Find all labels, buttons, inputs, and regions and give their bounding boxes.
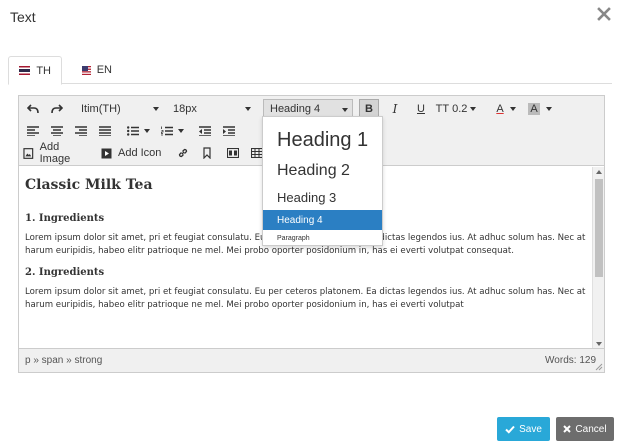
line-height-select[interactable]: TT 0.2 [435,99,477,119]
format-option-paragraph[interactable]: Paragraph [263,232,382,244]
underline-button[interactable]: U [411,99,431,119]
text-color-icon: A [496,103,504,115]
save-label: Save [519,423,542,435]
redo-icon [51,104,63,114]
format-option-heading-3[interactable]: Heading 3 [263,185,382,209]
tab-th[interactable]: TH [8,56,62,85]
font-family-value: Itim(TH) [81,103,121,115]
dialog-title: Text [10,9,36,25]
cancel-label: Cancel [575,423,607,435]
resize-handle-icon[interactable] [595,363,603,371]
align-justify-icon [99,126,111,136]
bullet-list-icon [126,126,139,136]
element-path[interactable]: p » span » strong [25,355,102,366]
scroll-down-arrow-icon[interactable] [596,342,602,346]
chevron-down-icon [143,129,150,133]
us-flag-icon [82,65,91,75]
align-center-icon [51,126,63,136]
save-button[interactable]: Save [497,417,550,441]
outdent-button[interactable] [195,121,215,141]
word-count: Words: 129 [545,355,596,366]
background-color-icon: A [528,103,540,115]
font-family-select[interactable]: Itim(TH) [75,99,163,119]
add-image-button[interactable]: Add Image [23,141,91,165]
add-icon-label: Add Icon [118,147,162,159]
line-height-value: 0.2 [452,103,468,115]
link-icon [178,148,188,158]
add-image-label: Add Image [39,141,71,165]
cancel-button[interactable]: Cancel [556,417,614,441]
format-value: Heading 4 [270,103,321,115]
editor-statusbar: p » span » strong Words: 129 [19,348,604,372]
link-button[interactable] [173,143,193,163]
tab-en-label: EN [96,64,112,76]
align-right-button[interactable] [71,121,91,141]
scroll-up-arrow-icon[interactable] [596,170,602,174]
section-paragraph: Lorem ipsum dolor sit amet, pri et feugi… [25,287,586,310]
bookmark-button[interactable] [197,143,217,163]
close-icon[interactable] [596,6,612,22]
font-size-select[interactable]: 18px [167,99,255,119]
chevron-down-icon [342,108,348,112]
chevron-down-icon [177,129,184,133]
chevron-down-icon [245,107,251,111]
align-left-icon [27,126,39,136]
background-color-button[interactable]: A [525,99,555,119]
redo-button[interactable] [47,99,67,119]
chevron-down-icon [470,107,477,111]
close-icon [563,425,572,433]
bullet-list-button[interactable] [123,121,153,141]
font-size-value: 18px [173,103,197,115]
add-icon-button[interactable]: Add Icon [101,143,163,163]
chevron-down-icon [509,107,516,111]
video-icon [227,148,239,158]
align-left-button[interactable] [23,121,43,141]
align-right-icon [75,126,87,136]
checkmark-icon [505,425,515,434]
align-justify-button[interactable] [95,121,115,141]
thai-flag-icon [19,66,31,75]
text-color-button[interactable]: A [491,99,521,119]
outdent-icon [199,126,211,136]
format-option-heading-1[interactable]: Heading 1 [263,123,382,157]
line-height-icon: TT [435,103,450,115]
numbered-list-icon [160,126,173,136]
align-center-button[interactable] [47,121,67,141]
indent-icon [223,126,235,136]
language-tabs: TH EN [8,56,612,85]
scroll-thumb[interactable] [595,179,603,277]
icon-insert-icon [101,148,112,158]
media-button[interactable] [223,143,243,163]
chevron-down-icon [545,107,552,111]
image-icon [23,147,34,159]
bookmark-icon [203,147,211,159]
chevron-down-icon [153,107,159,111]
format-option-heading-4[interactable]: Heading 4 [263,210,382,230]
indent-button[interactable] [219,121,239,141]
editor-scrollbar[interactable] [592,167,604,349]
format-dropdown-menu: Heading 1 Heading 2 Heading 3 Heading 4 … [262,116,383,246]
numbered-list-button[interactable] [157,121,187,141]
tab-en[interactable]: EN [72,56,122,84]
italic-button[interactable]: I [385,99,405,119]
format-option-heading-2[interactable]: Heading 2 [263,157,382,185]
section-heading: 2. Ingredients [25,267,105,278]
undo-button[interactable] [23,99,43,119]
tab-th-label: TH [36,64,51,77]
undo-icon [27,104,39,114]
